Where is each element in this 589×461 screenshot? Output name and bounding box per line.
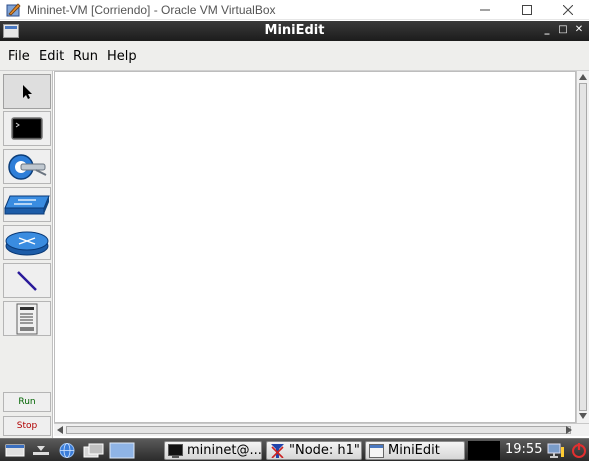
close-button[interactable]	[547, 0, 589, 20]
vertical-scroll-thumb[interactable]	[579, 83, 587, 411]
horizontal-scrollbar[interactable]	[54, 423, 589, 436]
netlink-tool[interactable]	[3, 263, 51, 298]
select-tool[interactable]	[3, 74, 51, 109]
scroll-down-icon[interactable]	[578, 411, 588, 421]
run-button[interactable]: Run	[3, 392, 51, 412]
router-icon	[5, 231, 49, 255]
vertical-scrollbar[interactable]	[576, 71, 589, 423]
task-blank-slot	[468, 441, 500, 460]
close-icon	[563, 5, 573, 15]
task-label: mininet@...	[187, 443, 262, 458]
clock: 19:55	[505, 442, 543, 457]
pointer-arrow-icon	[23, 84, 32, 99]
menu-edit[interactable]: Edit	[39, 49, 64, 64]
desktop-icon[interactable]	[109, 442, 135, 459]
scroll-left-icon[interactable]	[55, 425, 65, 435]
host-window-title: Mininet-VM [Corriendo] - Oracle VM Virtu…	[27, 3, 276, 17]
controller-tool[interactable]	[3, 149, 51, 184]
app-close-button[interactable]: ✕	[572, 23, 586, 37]
stop-button[interactable]: Stop	[3, 416, 51, 436]
miniedit-titlebar: MiniEdit _ □ ✕	[0, 21, 589, 41]
menu-icon[interactable]	[4, 442, 26, 459]
task-miniedit[interactable]: MiniEdit	[365, 441, 465, 460]
network-icon[interactable]	[546, 442, 566, 459]
switch-tool[interactable]	[3, 187, 51, 222]
controller-icon	[8, 153, 47, 180]
menu-run[interactable]: Run	[73, 49, 98, 64]
netlink-line-icon	[17, 270, 37, 291]
minimize-all-icon[interactable]	[30, 442, 52, 459]
horizontal-scroll-thumb[interactable]	[66, 426, 571, 434]
tool-palette: Run Stop	[0, 71, 53, 438]
terminal-icon	[168, 444, 183, 458]
task-node-h1[interactable]: "Node: h1"	[266, 441, 362, 460]
switch-icon	[4, 195, 50, 214]
legacy-switch-tool[interactable]	[3, 301, 51, 336]
menubar: File Edit Run Help	[0, 41, 589, 71]
server-icon	[16, 303, 38, 334]
task-label: "Node: h1"	[289, 443, 360, 458]
router-tool[interactable]	[3, 225, 51, 260]
menu-help[interactable]: Help	[107, 49, 137, 64]
x-terminal-icon	[271, 444, 284, 458]
task-mininet-terminal[interactable]: mininet@...	[164, 441, 262, 460]
terminal-host-icon	[11, 116, 43, 140]
app-window-title: MiniEdit	[264, 23, 325, 38]
file-manager-icon[interactable]	[82, 442, 106, 459]
host-titlebar: Mininet-VM [Corriendo] - Oracle VM Virtu…	[0, 0, 589, 20]
minimize-icon	[480, 9, 490, 11]
app-minimize-button[interactable]: _	[540, 23, 554, 37]
power-icon[interactable]	[570, 442, 588, 459]
maximize-icon	[522, 5, 532, 15]
host-tool[interactable]	[3, 111, 51, 146]
minimize-button[interactable]	[464, 0, 506, 20]
virtualbox-icon	[6, 3, 21, 17]
topology-canvas[interactable]	[54, 71, 576, 423]
scroll-right-icon[interactable]	[564, 425, 574, 435]
maximize-button[interactable]	[506, 0, 548, 20]
window-icon	[369, 444, 384, 458]
menu-file[interactable]: File	[8, 49, 30, 64]
app-maximize-button[interactable]: □	[556, 23, 570, 37]
browser-globe-icon[interactable]	[56, 442, 78, 459]
task-label: MiniEdit	[388, 443, 440, 458]
taskbar: mininet@... "Node: h1" MiniEdit 19:55	[0, 438, 589, 461]
scroll-up-icon[interactable]	[578, 72, 588, 82]
